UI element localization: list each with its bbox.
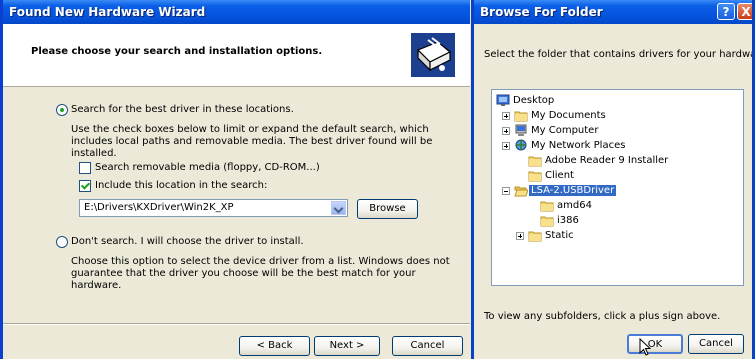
tree-item-label: Client (545, 170, 574, 181)
browse-cancel-button[interactable]: Cancel (688, 334, 744, 354)
dont-search-radio[interactable] (56, 236, 68, 248)
tree-item-label: Adobe Reader 9 Installer (545, 155, 669, 166)
help-icon[interactable]: ? (717, 3, 735, 20)
open-folder-icon (514, 186, 528, 197)
tree-item-label: Desktop (513, 95, 555, 106)
browse-title: Browse For Folder (480, 5, 603, 19)
back-button[interactable]: < Back (239, 336, 310, 356)
wizard-heading: Please choose your search and installati… (31, 46, 323, 57)
tree-item-label: My Computer (531, 125, 599, 136)
chevron-down-icon[interactable] (331, 201, 346, 215)
plus-expander-icon[interactable] (502, 127, 510, 135)
include-location-checkbox[interactable] (79, 180, 91, 192)
folder-icon (528, 171, 542, 182)
tree-item-label: LSA-2.USBDriver (529, 185, 617, 196)
browse-button[interactable]: Browse (357, 199, 418, 219)
folder-icon (540, 216, 554, 227)
browse-titlebar[interactable]: Browse For Folder ? X (474, 0, 752, 24)
search-best-description: Use the check boxes below to limit or ex… (71, 124, 433, 159)
browse-instruction: Select the folder that contains drivers … (484, 49, 755, 60)
location-combobox[interactable]: E:\Drivers\KXDriver\Win2K_XP (79, 199, 348, 217)
folder-icon (528, 231, 542, 242)
removable-media-label[interactable]: Search removable media (floppy, CD-ROM..… (95, 162, 320, 173)
plus-expander-icon[interactable] (502, 142, 510, 150)
desktop-icon (496, 94, 510, 106)
cancel-button[interactable]: Cancel (392, 336, 463, 356)
wizard-header: Please choose your search and installati… (3, 24, 470, 87)
tree-item-label: My Network Places (531, 140, 626, 151)
computer-icon (515, 124, 527, 136)
search-best-radio[interactable] (56, 104, 68, 116)
found-new-hardware-wizard: Found New Hardware Wizard Please choose … (0, 0, 470, 359)
folder-icon (540, 201, 554, 212)
minus-expander-icon[interactable] (502, 187, 510, 195)
plus-expander-icon[interactable] (502, 112, 510, 120)
folder-icon (514, 111, 528, 122)
network-icon (515, 139, 527, 151)
dont-search-label[interactable]: Don't search. I will choose the driver t… (71, 236, 304, 247)
include-location-label[interactable]: Include this location in the search: (95, 180, 267, 191)
tree-item-label: amd64 (557, 200, 592, 211)
folder-tree[interactable]: Desktop My Documents My Computer My Network… (491, 89, 744, 286)
search-best-label[interactable]: Search for the best driver in these loca… (71, 104, 294, 115)
wizard-titlebar[interactable]: Found New Hardware Wizard (3, 0, 470, 24)
removable-media-checkbox[interactable] (79, 162, 91, 174)
next-button[interactable]: Next > (314, 336, 380, 356)
browse-for-folder-dialog: Browse For Folder ? X Select the folder … (471, 0, 755, 359)
close-icon[interactable]: X (737, 3, 752, 20)
wizard-title: Found New Hardware Wizard (9, 5, 206, 19)
browse-hint: To view any subfolders, click a plus sig… (484, 311, 721, 322)
tree-item-label: My Documents (531, 110, 606, 121)
wizard-footer-divider (3, 323, 470, 325)
tree-item-label: Static (545, 230, 574, 241)
tree-item-label: i386 (557, 215, 579, 226)
plus-expander-icon[interactable] (516, 232, 524, 240)
hardware-wizard-icon (411, 33, 455, 77)
mouse-cursor-icon (639, 338, 651, 356)
folder-icon (528, 156, 542, 167)
dont-search-description: Choose this option to select the device … (71, 256, 450, 291)
ok-button[interactable]: OK (627, 334, 683, 354)
location-value: E:\Drivers\KXDriver\Win2K_XP (84, 202, 234, 213)
